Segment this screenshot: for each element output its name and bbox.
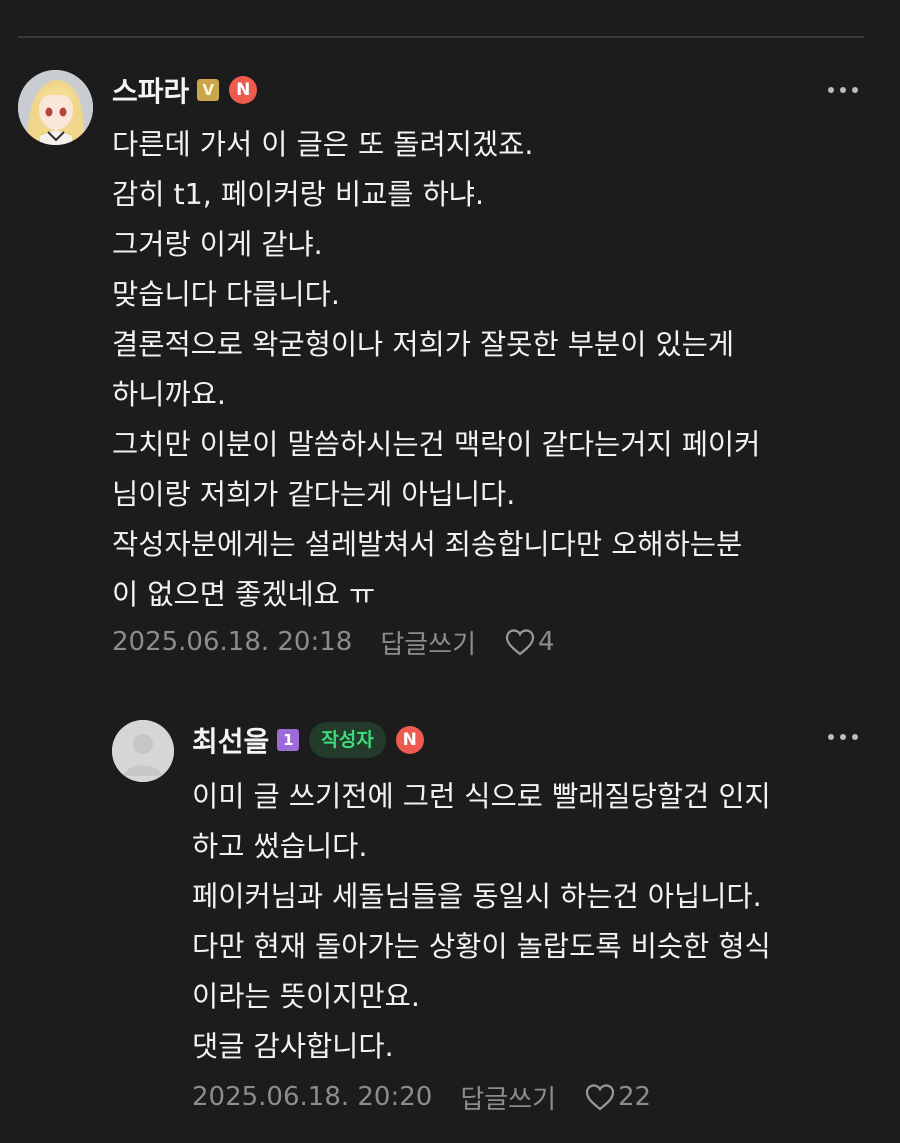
avatar[interactable] [112, 720, 174, 782]
writer-tag: 작성자 [309, 722, 386, 758]
avatar-image [18, 70, 93, 145]
comment-header: 최선을 1 작성자 N [192, 720, 424, 760]
like-button[interactable]: 4 [504, 627, 555, 657]
comment-meta: 2025.06.18. 20:18 답글쓰기 4 [112, 622, 555, 662]
author-name[interactable]: 최선을 [192, 720, 269, 760]
previous-content-cutoff: ㅡ ㅡ ㅡ [380, 0, 550, 4]
author-name[interactable]: 스파라 [112, 70, 189, 110]
comment-thread: ㅡ ㅡ ㅡ 스파라 V N 다른데 가서 이 글은 또 돌려지겠죠. 감히 t1… [0, 0, 900, 1143]
comment-meta: 2025.06.18. 20:20 답글쓰기 22 [192, 1077, 651, 1117]
like-count: 22 [618, 1082, 652, 1112]
heart-icon [585, 1084, 615, 1111]
dot-icon [852, 734, 858, 740]
heart-icon [505, 629, 535, 656]
dot-icon [828, 734, 834, 740]
more-options-icon[interactable] [828, 731, 858, 743]
comment-body: 다른데 가서 이 글은 또 돌려지겠죠. 감히 t1, 페이커랑 비교를 하냐.… [112, 128, 761, 611]
more-options-icon[interactable] [828, 84, 858, 96]
comment-header: 스파라 V N [112, 70, 258, 110]
new-badge: N [395, 726, 424, 754]
dot-icon [852, 87, 858, 93]
divider [18, 36, 864, 38]
reply-button[interactable]: 답글쓰기 [380, 624, 476, 661]
dot-icon [828, 87, 834, 93]
reply-button[interactable]: 답글쓰기 [460, 1079, 556, 1116]
comment-body: 이미 글 쓰기전에 그런 식으로 빨래질당할건 인지 하고 썼습니다. 페이커님… [192, 780, 771, 1063]
new-badge: N [229, 76, 258, 104]
level-badge-icon: 1 [277, 729, 300, 751]
dot-icon [840, 734, 846, 740]
like-button[interactable]: 22 [584, 1082, 651, 1112]
level-badge-icon: V [197, 79, 220, 101]
comment-date: 2025.06.18. 20:18 [112, 627, 353, 657]
avatar[interactable] [18, 70, 93, 145]
like-count: 4 [538, 627, 555, 657]
dot-icon [840, 87, 846, 93]
comment-date: 2025.06.18. 20:20 [192, 1082, 433, 1112]
default-avatar-icon [112, 720, 174, 782]
